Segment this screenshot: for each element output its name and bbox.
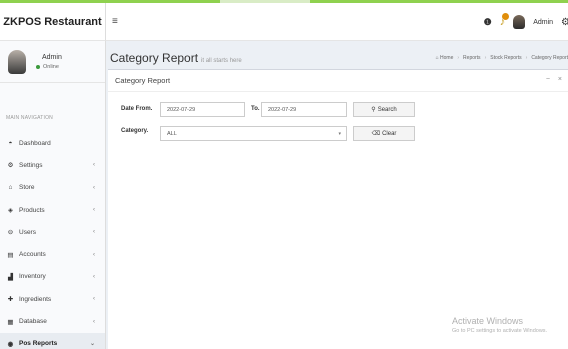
box-title: Category Report	[115, 76, 171, 85]
sidebar: Admin Online MAIN NAVIGATION ◓ Dashboard…	[0, 41, 106, 349]
notification-badge	[502, 13, 510, 20]
breadcrumb-category-report: Category Report	[531, 55, 568, 61]
dashboard-icon: ◓	[8, 139, 13, 147]
chevron-left-icon: ‹	[93, 162, 95, 169]
database-icon: ▦	[7, 318, 14, 326]
breadcrumb-stock-reports[interactable]: Stock Reports	[490, 55, 521, 61]
breadcrumb-separator: ›	[525, 55, 528, 61]
sidebar-item-label: Dashboard	[19, 139, 51, 147]
chart-icon: ▟	[8, 273, 13, 281]
chevron-left-icon: ‹	[93, 229, 95, 236]
page-title: Category Report it all starts here	[110, 51, 242, 65]
tag-icon: ◈	[8, 207, 13, 215]
chevron-left-icon: ‹	[93, 251, 95, 258]
top-navbar: ≡ ❶ ♪ Admin ⚙	[106, 3, 568, 41]
chevron-left-icon: ‹	[93, 184, 95, 191]
gear-icon: ⚙	[7, 162, 14, 170]
sidebar-item-label: Users	[19, 228, 36, 236]
sidebar-item-label: Pos Reports	[19, 340, 58, 348]
to-label: To.	[251, 106, 260, 112]
date-from-label: Date From.	[121, 106, 153, 112]
sidebar-item-ingredients[interactable]: ✚ Ingredients ‹	[0, 288, 105, 310]
search-button-label: Search	[377, 106, 397, 113]
breadcrumb-reports[interactable]: Reports	[463, 55, 481, 61]
sidebar-item-label: Settings	[19, 161, 43, 169]
category-selected-value: ALL	[167, 130, 177, 137]
info-icon[interactable]: ❶	[484, 17, 492, 28]
chevron-left-icon: ‹	[93, 296, 95, 303]
page-title-text: Category Report	[110, 51, 199, 65]
sidebar-item-inventory[interactable]: ▟ Inventory ‹	[0, 266, 105, 288]
home-icon: ⌂	[8, 184, 13, 192]
category-select[interactable]: ALL ▾	[160, 126, 347, 141]
date-to-input[interactable]	[261, 102, 347, 117]
clear-button-label: Clear	[382, 130, 397, 137]
user-status: Online	[36, 64, 62, 70]
plus-icon: ✚	[7, 296, 14, 304]
sidebar-item-label: Database	[19, 318, 47, 326]
home-icon: ⌂	[435, 55, 439, 61]
sidebar-item-label: Inventory	[19, 273, 46, 281]
navbar-user-name[interactable]: Admin	[533, 19, 553, 26]
sidebar-item-label: Accounts	[19, 251, 46, 259]
category-label: Category.	[121, 128, 149, 134]
avatar	[8, 49, 26, 74]
sidebar-item-pos-reports[interactable]: ◉ Pos Reports ⌄	[0, 332, 105, 349]
sidebar-item-database[interactable]: ▦ Database ‹	[0, 310, 105, 332]
main-content: Category Report it all starts here ⌂ Home…	[106, 41, 568, 349]
sidebar-item-label: Products	[19, 206, 45, 214]
breadcrumb: ⌂ Home › Reports › Stock Reports › Categ…	[436, 55, 568, 61]
search-button[interactable]: ⚲ Search	[353, 102, 415, 117]
sidebar-item-label: Ingredients	[19, 295, 52, 303]
breadcrumb-home[interactable]: ⌂ Home	[436, 55, 454, 61]
chevron-down-icon: ▾	[338, 131, 341, 137]
sidebar-item-accounts[interactable]: ▤ Accounts ‹	[0, 243, 105, 265]
page-subtitle: it all starts here	[201, 58, 242, 64]
box-header: Category Report	[108, 70, 568, 92]
close-button[interactable]: ×	[558, 76, 562, 83]
sidebar-item-store[interactable]: ⌂ Store ‹	[0, 177, 105, 199]
user-info: Admin Online	[36, 54, 62, 70]
user-panel: Admin Online	[0, 41, 105, 83]
eraser-icon: ⌫	[371, 131, 381, 137]
bell-icon[interactable]: ♪	[500, 13, 510, 28]
chevron-left-icon: ‹	[93, 207, 95, 214]
activation-watermark: Activate Windows Go to PC settings to ac…	[452, 316, 547, 334]
ledger-icon: ▤	[7, 251, 14, 259]
breadcrumb-separator: ›	[484, 55, 487, 61]
brand-logo[interactable]: ZKPOS Restaurant	[0, 3, 106, 41]
sidebar-item-dashboard[interactable]: ◓ Dashboard	[0, 132, 105, 154]
sidebar-user-name: Admin	[42, 53, 62, 61]
breadcrumb-separator: ›	[457, 55, 460, 61]
clear-button[interactable]: ⌫ Clear	[353, 126, 415, 141]
date-from-input[interactable]	[160, 102, 245, 117]
sidebar-item-users[interactable]: ⊖ Users ‹	[0, 221, 105, 243]
online-dot-icon	[36, 64, 40, 69]
navbar-avatar[interactable]	[513, 15, 526, 29]
watermark-line-2: Go to PC settings to activate Windows.	[452, 328, 548, 334]
search-icon: ⚲	[371, 107, 376, 113]
sidebar-item-settings[interactable]: ⚙ Settings ‹	[0, 154, 105, 176]
user-icon: ⊖	[7, 229, 14, 237]
brand-text: ZKPOS Restaurant	[3, 15, 102, 28]
user-status-text: Online	[43, 63, 59, 70]
nav-header: MAIN NAVIGATION	[6, 115, 53, 121]
watermark-line-1: Activate Windows	[452, 316, 524, 326]
navbar-right: ❶ ♪ Admin ⚙	[484, 12, 568, 32]
sidebar-item-products[interactable]: ◈ Products ‹	[0, 199, 105, 221]
chevron-down-icon: ⌄	[89, 341, 95, 348]
chevron-left-icon: ‹	[93, 273, 95, 280]
collapse-button[interactable]: −	[546, 76, 550, 83]
sidebar-item-label: Store	[19, 184, 35, 192]
chevron-left-icon: ‹	[93, 318, 95, 325]
eye-icon: ◉	[7, 340, 14, 348]
bars-icon[interactable]: ≡	[112, 16, 118, 27]
gear-icon[interactable]: ⚙	[561, 17, 568, 28]
box-tools: − ×	[546, 76, 562, 83]
report-box: Category Report − × Date From. To. ⚲Sear…	[108, 69, 568, 349]
